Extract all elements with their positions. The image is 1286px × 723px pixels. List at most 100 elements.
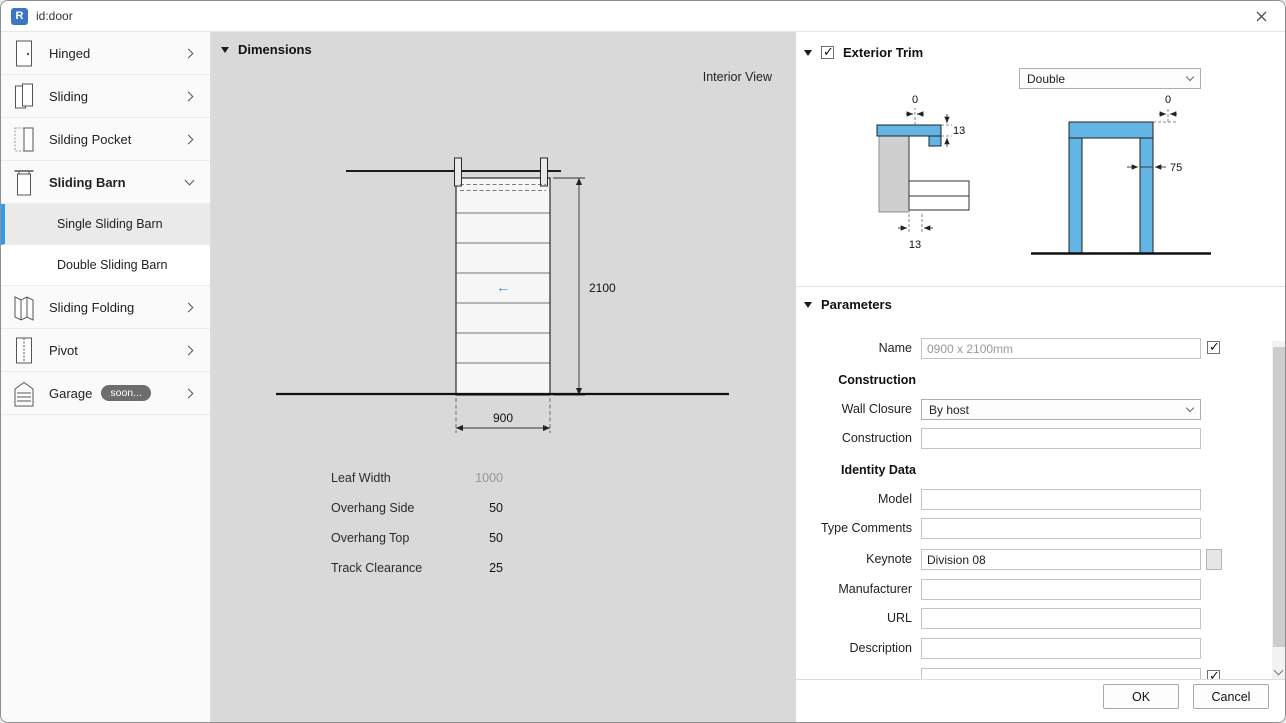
wall-closure-value: By host bbox=[929, 402, 970, 417]
param-value[interactable]: 50 bbox=[489, 501, 503, 515]
barn-door-icon bbox=[14, 168, 36, 196]
width-dim-text: 900 bbox=[493, 411, 513, 425]
model-label: Model bbox=[877, 492, 912, 506]
pocket-door-icon bbox=[14, 125, 36, 153]
param-value: 1000 bbox=[475, 471, 503, 485]
close-icon bbox=[1256, 11, 1266, 21]
dimensions-panel: Dimensions Interior View ← 2100 900 Leaf… bbox=[211, 32, 796, 722]
sidebar-item-label: Garage bbox=[49, 385, 93, 401]
dialog-footer: OK Cancel bbox=[796, 679, 1285, 722]
type-comments-row: Type Comments bbox=[796, 518, 1285, 539]
app-icon: R bbox=[11, 7, 28, 25]
pivot-door-icon bbox=[14, 336, 36, 364]
type-comments-label: Type Comments bbox=[820, 521, 912, 535]
wall-closure-label: Wall Closure bbox=[841, 402, 912, 416]
param-row-track-clearance: Track Clearance 25 bbox=[331, 553, 503, 583]
trim-elevation-drawing: 0 75 bbox=[1031, 94, 1211, 255]
sidebar-item-hinged[interactable]: Hinged bbox=[1, 32, 210, 75]
section-divider bbox=[796, 286, 1285, 287]
url-input[interactable] bbox=[921, 608, 1201, 629]
sidebar-item-garage[interactable]: Garage soon... bbox=[1, 372, 210, 415]
properties-panel: Exterior Trim Double 0 bbox=[796, 32, 1285, 722]
wall-closure-dropdown[interactable]: By host bbox=[921, 399, 1201, 420]
trim-style-dropdown[interactable]: Double bbox=[1019, 68, 1201, 89]
param-value[interactable]: 50 bbox=[489, 531, 503, 545]
sidebar-subitem-label: Single Sliding Barn bbox=[57, 217, 163, 231]
sidebar-item-label: Sliding Folding bbox=[49, 299, 135, 315]
collapse-triangle-icon[interactable] bbox=[804, 49, 812, 56]
elev-dim-side: 75 bbox=[1170, 162, 1182, 174]
param-row-leaf-width: Leaf Width 1000 bbox=[331, 463, 503, 493]
name-row: Name bbox=[796, 338, 1285, 359]
door-elevation-drawing: ← 2100 900 bbox=[276, 157, 729, 433]
collapse-triangle-icon[interactable] bbox=[804, 301, 812, 308]
sliding-door-icon bbox=[14, 82, 36, 110]
param-label: Overhang Side bbox=[331, 501, 415, 515]
cancel-button[interactable]: Cancel bbox=[1193, 684, 1269, 709]
sidebar-subitem-double-sliding-barn[interactable]: Double Sliding Barn bbox=[1, 245, 210, 286]
door-type-sidebar: Hinged Sliding Silding Pocket Sliding Ba… bbox=[1, 32, 211, 722]
chevron-down-icon bbox=[184, 175, 195, 186]
close-button[interactable] bbox=[1247, 4, 1275, 28]
model-row: Model bbox=[796, 489, 1285, 510]
chevron-right-icon bbox=[183, 91, 194, 101]
construction-header: Construction bbox=[838, 373, 916, 387]
height-dim-text: 2100 bbox=[589, 281, 616, 295]
parameters-section-title: Parameters bbox=[821, 297, 892, 312]
sidebar-item-sliding-folding[interactable]: Sliding Folding bbox=[1, 286, 210, 329]
chevron-right-icon bbox=[183, 134, 194, 144]
identity-data-header: Identity Data bbox=[840, 463, 916, 477]
name-label: Name bbox=[878, 341, 912, 355]
chevron-right-icon bbox=[183, 388, 194, 398]
param-row-overhang-top: Overhang Top 50 bbox=[331, 523, 503, 553]
name-lock-checkbox[interactable] bbox=[1207, 339, 1220, 355]
garage-door-icon bbox=[14, 379, 36, 407]
construction-label: Construction bbox=[841, 431, 912, 445]
name-input[interactable] bbox=[921, 338, 1201, 359]
chevron-right-icon bbox=[183, 302, 194, 312]
keynote-input[interactable] bbox=[921, 549, 1201, 570]
sidebar-item-label: Sliding bbox=[49, 88, 89, 104]
chevron-right-icon bbox=[183, 345, 194, 355]
title-bar: R id:door bbox=[1, 1, 1285, 32]
sidebar-item-pivot[interactable]: Pivot bbox=[1, 329, 210, 372]
manufacturer-row: Manufacturer bbox=[796, 579, 1285, 600]
wall-closure-row: Wall Closure By host bbox=[796, 399, 1285, 420]
description-row: Description bbox=[796, 638, 1285, 659]
model-input[interactable] bbox=[921, 489, 1201, 510]
scrollbar-thumb[interactable] bbox=[1273, 347, 1285, 647]
id-door-dialog: R id:door Hinged Sliding Silding Pocket … bbox=[0, 0, 1286, 723]
construction-input[interactable] bbox=[921, 428, 1201, 449]
sidebar-item-label: Hinged bbox=[49, 45, 91, 61]
soon-badge: soon... bbox=[101, 385, 151, 401]
sidebar-item-label: Pivot bbox=[49, 342, 78, 358]
scrollbar-down-arrow-icon[interactable] bbox=[1273, 665, 1284, 676]
window-title: id:door bbox=[36, 9, 73, 23]
trim-plan-detail-drawing: 0 13 13 bbox=[876, 94, 970, 251]
scrollbar-track[interactable] bbox=[1272, 341, 1285, 679]
param-value[interactable]: 25 bbox=[489, 561, 503, 575]
sidebar-subitem-single-sliding-barn[interactable]: Single Sliding Barn bbox=[1, 204, 210, 245]
chevron-down-icon bbox=[1185, 403, 1195, 413]
exterior-trim-section-title: Exterior Trim bbox=[843, 45, 924, 60]
trim-style-value: Double bbox=[1027, 71, 1066, 86]
construction-row: Construction bbox=[796, 428, 1285, 449]
exterior-trim-checkbox[interactable] bbox=[821, 44, 834, 60]
type-comments-input[interactable] bbox=[921, 518, 1201, 539]
hinged-door-icon bbox=[14, 39, 36, 67]
plan-dim-bottom: 13 bbox=[909, 239, 921, 251]
ok-button[interactable]: OK bbox=[1103, 684, 1179, 709]
elev-dim-top: 0 bbox=[1165, 94, 1171, 106]
manufacturer-input[interactable] bbox=[921, 579, 1201, 600]
sidebar-item-sliding-barn[interactable]: Sliding Barn bbox=[1, 161, 210, 204]
sidebar-item-sliding-pocket[interactable]: Silding Pocket bbox=[1, 118, 210, 161]
sidebar-item-sliding[interactable]: Sliding bbox=[1, 75, 210, 118]
keynote-label: Keynote bbox=[866, 552, 912, 566]
keynote-browse-button[interactable] bbox=[1206, 549, 1222, 570]
keynote-row: Keynote bbox=[796, 549, 1285, 570]
param-label: Leaf Width bbox=[331, 471, 391, 485]
chevron-right-icon bbox=[183, 48, 194, 58]
sidebar-item-label: Silding Pocket bbox=[49, 131, 132, 147]
folding-door-icon bbox=[14, 293, 36, 321]
description-input[interactable] bbox=[921, 638, 1201, 659]
